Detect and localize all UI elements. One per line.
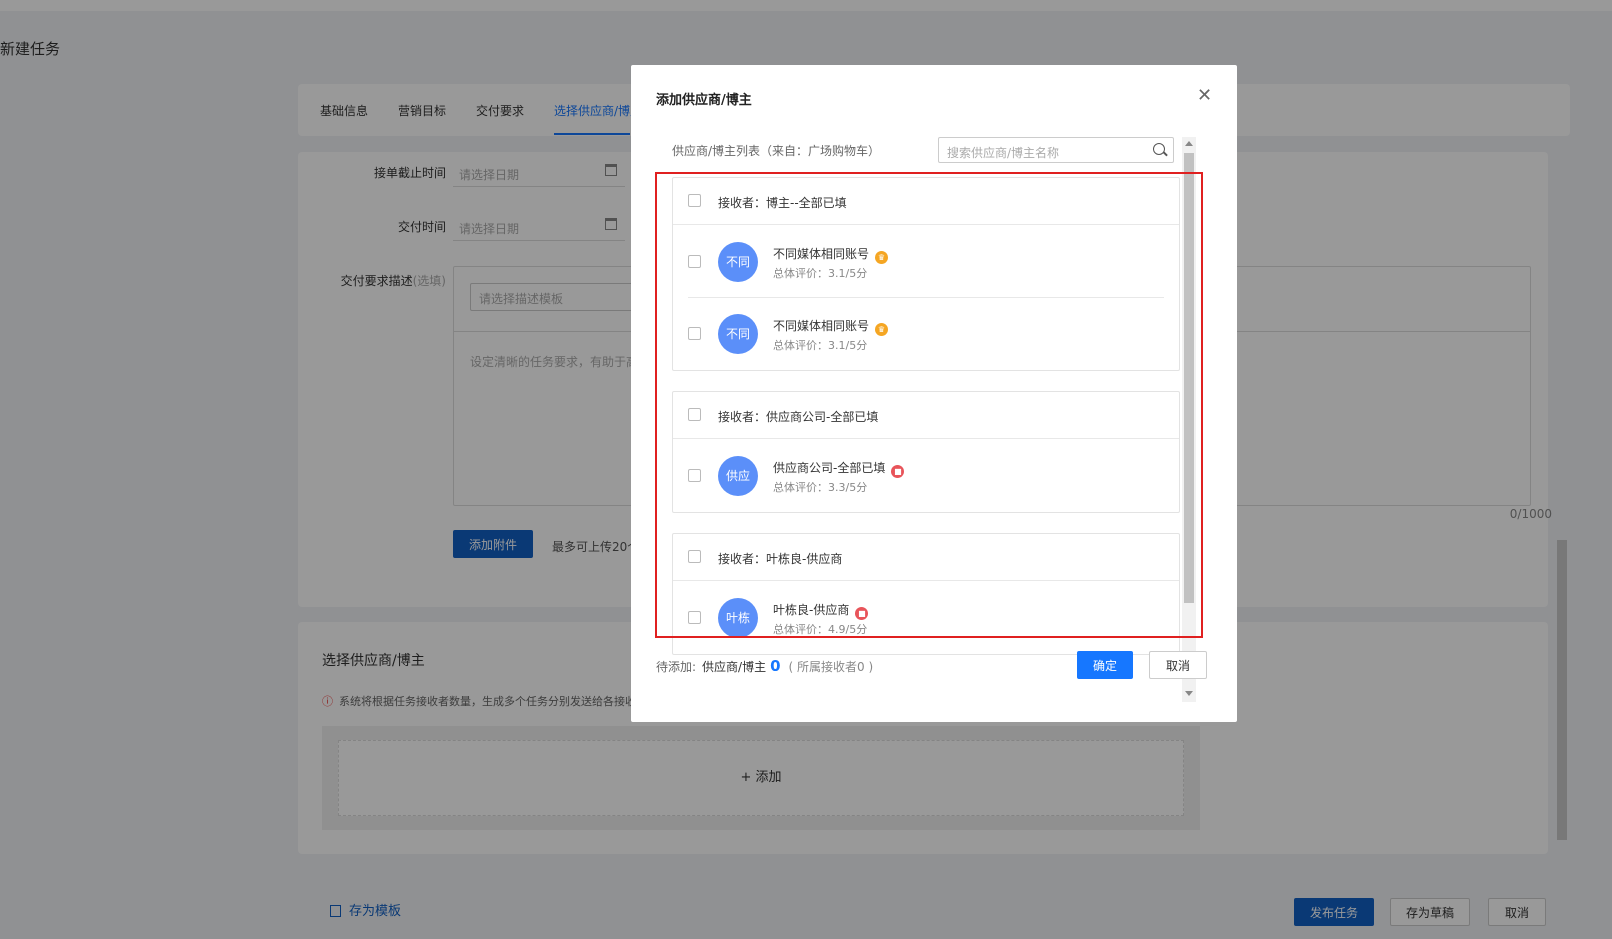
avatar: 不同: [718, 314, 758, 354]
group-checkbox[interactable]: [688, 408, 701, 421]
close-icon[interactable]: ✕: [1197, 85, 1212, 106]
pending-sub: ( 所属接收者0 ): [788, 660, 874, 674]
scroll-down-icon[interactable]: [1185, 691, 1193, 696]
list-scrollbar[interactable]: [1182, 137, 1196, 702]
member-score: 总体评价：3.3/5分: [773, 481, 868, 494]
avatar: 供应: [718, 456, 758, 496]
list-item: 不同 不同媒体相同账号 ♛ 总体评价：3.1/5分: [673, 297, 1179, 369]
list-source-label: 供应商/博主列表（来自：广场购物车）: [672, 144, 881, 158]
receiver-group: 接收者：叶栋良-供应商 叶栋 叶栋良-供应商 ■ 总体评价：4.9/5分: [672, 533, 1180, 655]
group-header: 接收者：博主--全部已填: [673, 178, 1179, 225]
member-checkbox[interactable]: [688, 611, 701, 624]
group-header: 接收者：叶栋良-供应商: [673, 534, 1179, 581]
group-checkbox[interactable]: [688, 550, 701, 563]
modal-title: 添加供应商/博主: [656, 93, 752, 108]
member-name-row: 供应商公司-全部已填 ■: [773, 459, 905, 478]
search-input[interactable]: 搜索供应商/博主名称: [938, 137, 1174, 163]
list-item: 不同 不同媒体相同账号 ♛ 总体评价：3.1/5分: [673, 225, 1179, 297]
divider: [688, 297, 1164, 298]
confirm-button[interactable]: 确定: [1077, 651, 1133, 679]
member-checkbox[interactable]: [688, 469, 701, 482]
list-scrollbar-thumb[interactable]: [1184, 153, 1194, 603]
supplier-list[interactable]: 接收者：博主--全部已填 不同 不同媒体相同账号 ♛ 总体评价：3.1/5分 不同…: [672, 177, 1182, 702]
member-name: 叶栋良-供应商: [773, 603, 850, 617]
member-name-row: 不同媒体相同账号 ♛: [773, 245, 889, 264]
group-header-text: 接收者：叶栋良-供应商: [718, 552, 843, 566]
shop-icon: ■: [855, 607, 869, 620]
avatar: 不同: [718, 242, 758, 282]
pending-label: 待添加:: [656, 660, 697, 674]
pending-count: 0: [770, 657, 781, 675]
member-name-row: 不同媒体相同账号 ♛: [773, 317, 889, 336]
group-checkbox[interactable]: [688, 194, 701, 207]
list-item: 叶栋 叶栋良-供应商 ■ 总体评价：4.9/5分: [673, 581, 1179, 653]
pending-type-label: 供应商/博主: [702, 660, 767, 674]
group-header-text: 接收者：博主--全部已填: [718, 196, 847, 210]
list-item: 供应 供应商公司-全部已填 ■ 总体评价：3.3/5分: [673, 439, 1179, 511]
search-icon[interactable]: [1153, 143, 1165, 155]
member-score: 总体评价：3.1/5分: [773, 339, 868, 352]
crown-icon: ♛: [875, 323, 889, 336]
avatar: 叶栋: [718, 598, 758, 638]
receiver-group: 接收者：供应商公司-全部已填 供应 供应商公司-全部已填 ■ 总体评价：3.3/5…: [672, 391, 1180, 513]
member-checkbox[interactable]: [688, 255, 701, 268]
member-checkbox[interactable]: [688, 327, 701, 340]
member-score: 总体评价：3.1/5分: [773, 267, 868, 280]
member-name: 不同媒体相同账号: [773, 247, 870, 261]
receiver-group: 接收者：博主--全部已填 不同 不同媒体相同账号 ♛ 总体评价：3.1/5分 不同…: [672, 177, 1180, 371]
crown-icon: ♛: [875, 251, 889, 264]
shop-icon: ■: [891, 465, 905, 478]
member-name: 供应商公司-全部已填: [773, 461, 886, 475]
cancel-button[interactable]: 取消: [1149, 651, 1207, 679]
add-supplier-modal: 添加供应商/博主 ✕ 供应商/博主列表（来自：广场购物车） 搜索供应商/博主名称…: [631, 65, 1237, 722]
member-name: 不同媒体相同账号: [773, 319, 870, 333]
member-score: 总体评价：4.9/5分: [773, 623, 868, 636]
group-header-text: 接收者：供应商公司-全部已填: [718, 410, 879, 424]
group-header: 接收者：供应商公司-全部已填: [673, 392, 1179, 439]
member-name-row: 叶栋良-供应商 ■: [773, 601, 869, 620]
pending-summary: 待添加: 供应商/博主 0 ( 所属接收者0 ): [656, 657, 873, 675]
scroll-up-icon[interactable]: [1185, 141, 1193, 146]
search-placeholder: 搜索供应商/博主名称: [947, 146, 1060, 160]
